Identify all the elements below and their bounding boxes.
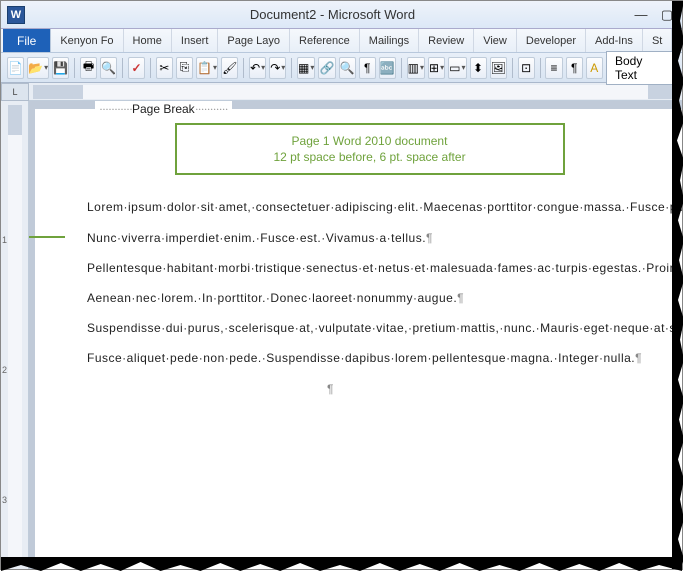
insert-table-icon[interactable]: ▦▾ [297, 57, 315, 79]
separator [512, 58, 513, 78]
insert-text-icon[interactable]: 🔤 [379, 57, 396, 79]
ribbon-tabs: File Kenyon Fo Home Insert Page Layo Ref… [1, 29, 682, 53]
undo-icon[interactable]: ↶▾ [249, 57, 266, 79]
picture-icon[interactable]: 🖼 [490, 57, 507, 79]
callout-line1: Page 1 Word 2010 document [197, 133, 543, 149]
sort-icon[interactable]: ⬍ [470, 57, 487, 79]
maximize-button[interactable]: ▢ [658, 8, 676, 22]
tab-overflow[interactable]: St [643, 29, 672, 52]
separator [122, 58, 123, 78]
document-page[interactable]: Page 1 Word 2010 document 12 pt space be… [35, 109, 682, 569]
paragraph[interactable]: Fusce·aliquet·pede·non·pede.·Suspendisse… [87, 350, 652, 366]
page-setup-icon[interactable]: ⊡ [518, 57, 535, 79]
font-color-icon[interactable]: A [586, 57, 603, 79]
tab-mailings[interactable]: Mailings [360, 29, 419, 52]
horizontal-ruler: L [1, 83, 682, 101]
zoom-icon[interactable]: 🔍 [339, 57, 356, 79]
minimize-button[interactable]: — [632, 8, 650, 22]
annotation-callout: Page 1 Word 2010 document 12 pt space be… [175, 123, 565, 175]
cut-icon[interactable]: ✂ [156, 57, 173, 79]
tab-review[interactable]: Review [419, 29, 474, 52]
show-marks-icon[interactable]: ¶ [359, 57, 376, 79]
paragraph[interactable]: Nunc·viverra·imperdiet·enim.·Fusce·est.·… [87, 230, 652, 246]
save-icon[interactable]: 💾 [52, 57, 69, 79]
tab-home[interactable]: Home [124, 29, 172, 52]
tab-addins[interactable]: Add-Ins [586, 29, 643, 52]
print-preview-icon[interactable]: 🔍 [100, 57, 117, 79]
columns-icon[interactable]: ▥▾ [407, 57, 425, 79]
open-icon[interactable]: 📂▾ [27, 57, 49, 79]
page-break-label: Page Break [95, 101, 232, 117]
paragraph[interactable]: Aenean·nec·lorem.·In·porttitor.·Donec·la… [87, 290, 652, 306]
paste-icon[interactable]: 📋▾ [196, 57, 218, 79]
separator [243, 58, 244, 78]
separator [540, 58, 541, 78]
format-painter-icon[interactable]: 🖌 [221, 57, 238, 79]
paragraph[interactable]: Lorem·ipsum·dolor·sit·amet,·consectetuer… [87, 199, 652, 215]
tab-selector[interactable]: L [1, 83, 29, 101]
separator [401, 58, 402, 78]
line-spacing-icon[interactable]: ≡ [545, 57, 562, 79]
tab-kenyon[interactable]: Kenyon Fo [51, 29, 123, 52]
spellcheck-icon[interactable]: ✓ [128, 57, 145, 79]
copy-icon[interactable]: ⎘ [176, 57, 193, 79]
shading-icon[interactable]: ▭▾ [448, 57, 466, 79]
word-app-icon: W [7, 6, 25, 24]
page-break-line[interactable]: Page Break ¶ [87, 381, 652, 397]
tab-developer[interactable]: Developer [517, 29, 586, 52]
quick-toolbar: 📄 📂▾ 💾 🖶 🔍 ✓ ✂ ⎘ 📋▾ 🖌 ↶▾ ↷▾ ▦▾ 🔗 🔍 ¶ 🔤 ▥… [1, 53, 682, 83]
separator [291, 58, 292, 78]
paragraph[interactable]: Suspendisse·dui·purus,·scelerisque·at,·v… [87, 320, 652, 336]
callout-line2: 12 pt space before, 6 pt. space after [197, 149, 543, 165]
window-title: Document2 - Microsoft Word [33, 7, 632, 22]
ruler-track[interactable] [33, 85, 678, 99]
borders-icon[interactable]: ⊞▾ [428, 57, 445, 79]
file-tab[interactable]: File [3, 29, 51, 52]
tab-insert[interactable]: Insert [172, 29, 219, 52]
tab-view[interactable]: View [474, 29, 517, 52]
style-selector[interactable]: Body Text [606, 51, 676, 85]
separator [150, 58, 151, 78]
paragraph-icon[interactable]: ¶ [566, 57, 583, 79]
paragraph[interactable]: Pellentesque·habitant·morbi·tristique·se… [87, 260, 652, 276]
page-background: Page 1 Word 2010 document 12 pt space be… [29, 101, 682, 569]
print-icon[interactable]: 🖶 [80, 57, 97, 79]
title-bar: W Document2 - Microsoft Word — ▢ [1, 1, 682, 29]
vertical-ruler: 1 2 3 [1, 101, 29, 569]
insert-hyperlink-icon[interactable]: 🔗 [318, 57, 335, 79]
tab-reference[interactable]: Reference [290, 29, 360, 52]
redo-icon[interactable]: ↷▾ [269, 57, 286, 79]
vertical-ruler-track[interactable]: 1 2 3 [8, 105, 22, 565]
tab-page-layout[interactable]: Page Layo [218, 29, 290, 52]
separator [74, 58, 75, 78]
new-doc-icon[interactable]: 📄 [7, 57, 24, 79]
